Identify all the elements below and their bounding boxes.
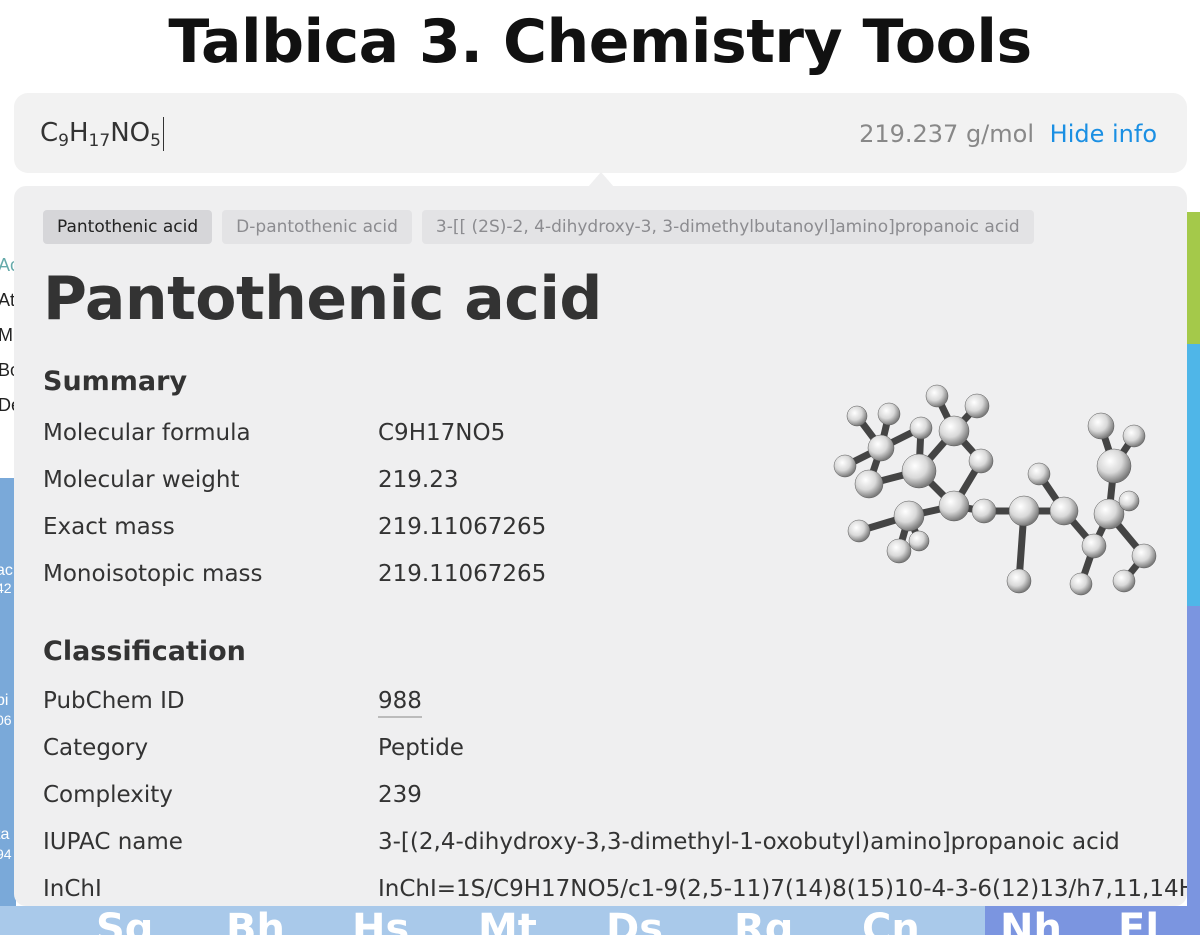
- classification-label: IUPAC name: [43, 829, 183, 855]
- molecule-atom: [925, 384, 949, 408]
- formula-element: H: [68, 118, 89, 148]
- summary-value: C9H17NO5: [378, 420, 506, 446]
- classification-label: Complexity: [43, 782, 173, 808]
- bg-element-symbol: Fl: [1118, 906, 1160, 935]
- bg-element-symbol: Cn: [862, 906, 920, 935]
- molecule-3d-model[interactable]: [809, 366, 1169, 616]
- app-title: Talbica 3. Chemistry Tools: [168, 7, 1032, 77]
- molecule-atom: [877, 402, 901, 426]
- molecule-atom: [908, 530, 930, 552]
- molecule-atom: [886, 538, 912, 564]
- summary-label: Exact mass: [43, 514, 175, 540]
- bg-element-symbol: Sg: [96, 906, 154, 935]
- molecule-atom: [971, 498, 997, 524]
- compound-info-panel: Pantothenic acid D-pantothenic acid 3-[[…: [14, 186, 1187, 906]
- molecule-atom: [1069, 572, 1093, 596]
- classification-value: 3-[(2,4-dihydroxy-3,3-dimethyl-1-oxobuty…: [378, 829, 1120, 855]
- molecule-atom: [1112, 569, 1136, 593]
- formula-search-bar[interactable]: C9H17NO5 219.237 g/mol Hide info: [14, 93, 1187, 173]
- bg-element-symbol: Rg: [734, 906, 794, 935]
- molecule-atom: [1006, 568, 1032, 594]
- molecule-atom: [968, 448, 994, 474]
- bg-fragment: bi: [0, 692, 9, 709]
- molecule-atom: [964, 393, 990, 419]
- bg-element-symbol: Ds: [606, 906, 664, 935]
- summary-value: 219.23: [378, 467, 459, 493]
- bg-element-symbol: Hs: [352, 906, 410, 935]
- hide-info-link[interactable]: Hide info: [1050, 120, 1157, 148]
- bg-block-right-green: [1187, 212, 1200, 344]
- bg-fragment: 94: [0, 846, 12, 862]
- molecule-atom: [867, 434, 895, 462]
- molecule-atom: [854, 469, 884, 499]
- bg-fragment: M: [0, 325, 13, 345]
- molecule-atom: [1081, 533, 1107, 559]
- bg-block-right-cyan: [1187, 344, 1200, 606]
- tab-iupac-synonym[interactable]: 3-[[ (2S)-2, 4-dihydroxy-3, 3-dimethylbu…: [421, 210, 1034, 244]
- molecule-atom: [1118, 490, 1140, 512]
- summary-value: 219.11067265: [378, 561, 547, 587]
- molecule-atom: [938, 415, 970, 447]
- bg-element-symbol: Nh: [1000, 906, 1062, 935]
- formula-element: C: [40, 118, 59, 148]
- formula-element: O: [129, 118, 151, 148]
- formula-subscript: 17: [88, 131, 111, 151]
- classification-value: Peptide: [378, 735, 464, 761]
- molecule-atom: [846, 405, 868, 427]
- name-tabs: Pantothenic acid D-pantothenic acid 3-[[…: [43, 210, 1034, 244]
- summary-title: Summary: [43, 366, 188, 397]
- summary-label: Molecular formula: [43, 420, 251, 446]
- panel-pointer: [588, 172, 614, 187]
- classification-label: PubChem ID: [43, 688, 185, 714]
- molecule-atom: [1027, 462, 1051, 486]
- summary-label: Monoisotopic mass: [43, 561, 263, 587]
- classification-value: InChI=1S/C9H17NO5/c1-9(2,5-11)7(14)8(15)…: [378, 876, 1187, 902]
- bg-fragment: At: [0, 290, 16, 310]
- molar-mass-readout: 219.237 g/mol: [859, 120, 1034, 148]
- formula-subscript: 5: [150, 131, 161, 151]
- formula-subscript: 9: [58, 131, 69, 151]
- bg-block-right-violet: [1187, 606, 1200, 935]
- bg-element-symbol: Mt: [478, 906, 537, 935]
- summary-label: Molecular weight: [43, 467, 240, 493]
- classification-title: Classification: [43, 636, 246, 667]
- molecule-atom: [1049, 496, 1079, 526]
- molecule-atom: [847, 519, 871, 543]
- pubchem-id-link[interactable]: 988: [378, 688, 422, 718]
- bg-fragment: 42: [0, 580, 12, 596]
- molecule-atom: [901, 453, 937, 489]
- molecule-atom: [938, 490, 970, 522]
- molecule-atom: [1008, 495, 1040, 527]
- bg-fragment: 06: [0, 712, 12, 728]
- molecule-atom: [1122, 424, 1146, 448]
- tab-pantothenic-acid[interactable]: Pantothenic acid: [43, 210, 213, 244]
- molecule-atom: [1087, 412, 1115, 440]
- molecule-atom: [1131, 543, 1157, 569]
- tab-d-pantothenic-acid[interactable]: D-pantothenic acid: [222, 210, 412, 244]
- text-caret: [162, 116, 165, 151]
- classification-label: Category: [43, 735, 149, 761]
- molecule-atom: [909, 416, 933, 440]
- molecule-atom: [833, 454, 857, 478]
- classification-label: InChI: [43, 876, 102, 902]
- bg-fragment: ac: [0, 562, 13, 579]
- formula-element: N: [110, 118, 130, 148]
- atom-group: [833, 384, 1157, 596]
- formula-input[interactable]: C9H17NO5: [40, 113, 165, 161]
- molecule-atom: [1096, 448, 1132, 484]
- molecule-atom: [893, 500, 925, 532]
- bg-element-symbol: Bh: [226, 906, 285, 935]
- summary-value: 219.11067265: [378, 514, 547, 540]
- bg-fragment: ta: [0, 826, 10, 843]
- classification-value: 239: [378, 782, 422, 808]
- compound-name: Pantothenic acid: [43, 264, 602, 334]
